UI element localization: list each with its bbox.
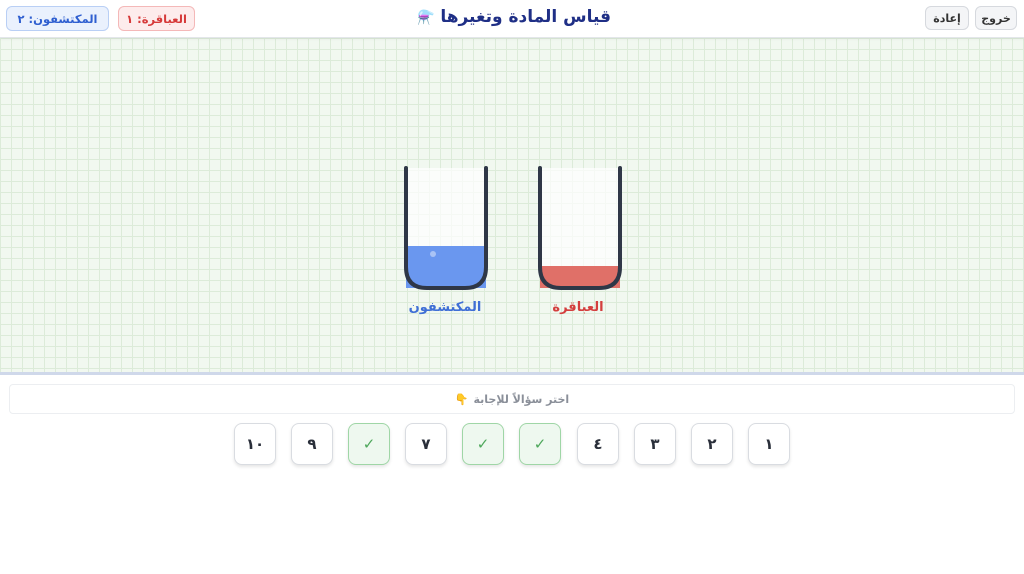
- question-button-4[interactable]: ٤: [577, 423, 619, 465]
- flask-icon: ⚗️: [416, 10, 435, 26]
- prompt-text: اختر سؤالاً للإجابة: [473, 392, 570, 406]
- team-label-blue: المكتشفون: [408, 300, 482, 315]
- team-cup-red: [538, 166, 622, 290]
- question-button-9[interactable]: ٩: [291, 423, 333, 465]
- game-board: [0, 38, 1024, 373]
- question-button-7[interactable]: ٧: [405, 423, 447, 465]
- board-divider: [0, 372, 1024, 375]
- score-badge-red: العباقرة: ١: [118, 6, 195, 31]
- pointing-down-icon: 👇: [454, 392, 469, 406]
- question-button-8-answered[interactable]: ✓: [348, 423, 390, 465]
- question-button-3[interactable]: ٣: [634, 423, 676, 465]
- liquid-fill-blue: [406, 246, 486, 288]
- game-title-text: قياس المادة وتغيرها: [440, 7, 612, 27]
- question-prompt: اختر سؤالاً للإجابة 👇: [9, 384, 1015, 414]
- question-button-2[interactable]: ٢: [691, 423, 733, 465]
- team-cup-blue: [404, 166, 488, 290]
- question-button-1[interactable]: ١: [748, 423, 790, 465]
- question-button-10[interactable]: ١٠: [234, 423, 276, 465]
- score-badge-blue: المكتشفون: ٢: [6, 6, 109, 31]
- top-bar: خروج إعادة قياس المادة وتغيرها ⚗️ العباق…: [0, 0, 1024, 38]
- question-button-6-answered[interactable]: ✓: [462, 423, 504, 465]
- bubble-icon: [430, 251, 436, 257]
- team-label-red: العباقرة: [552, 300, 604, 315]
- question-button-5-answered[interactable]: ✓: [519, 423, 561, 465]
